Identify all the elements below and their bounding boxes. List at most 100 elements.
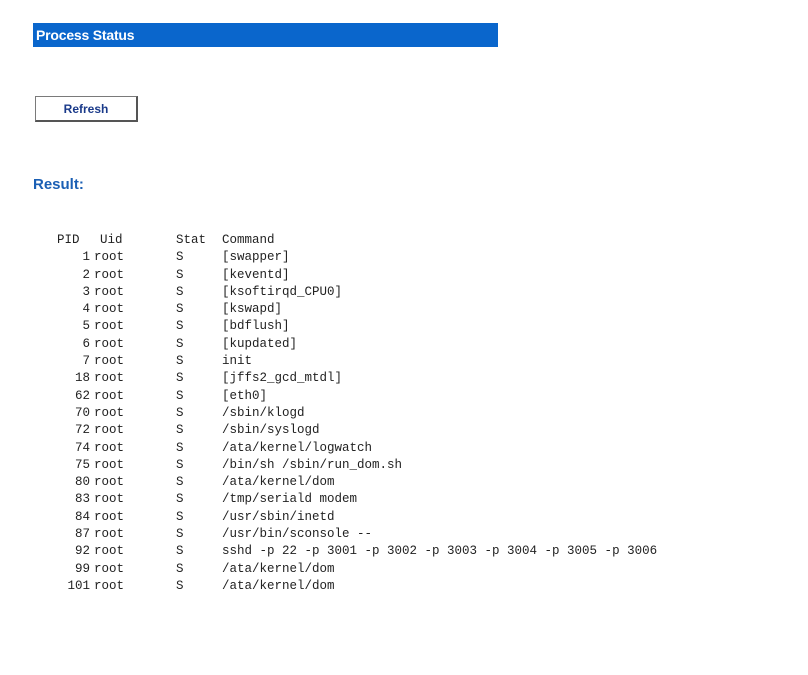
- stat-cell: S: [176, 388, 184, 403]
- table-row: 99 root S/ata/kernel/dom: [47, 561, 657, 578]
- pid-cell: 5: [82, 319, 90, 334]
- uid-cell: root: [94, 561, 125, 576]
- pid-cell: 7: [82, 354, 90, 369]
- result-label: Result:: [33, 176, 84, 193]
- uid-cell: root: [94, 405, 125, 420]
- table-row: 83 root S/tmp/seriald modem: [47, 491, 657, 508]
- command-cell: /ata/kernel/dom: [222, 578, 335, 593]
- table-row: 80 root S/ata/kernel/dom: [47, 474, 657, 491]
- stat-cell: S: [176, 371, 184, 386]
- pid-cell: 101: [67, 578, 90, 593]
- table-row: 18 root S [jffs2_gcd_mtdl]: [47, 370, 657, 387]
- table-row: 4 root S [kswapd]: [47, 301, 657, 318]
- stat-cell: S: [176, 509, 184, 524]
- table-row: 75 root S/bin/sh /sbin/run_dom.sh: [47, 457, 657, 474]
- table-row: 70 root S/sbin/klogd: [47, 405, 657, 422]
- stat-cell: S: [176, 578, 184, 593]
- table-row: 3 root S [ksoftirqd_CPU0]: [47, 284, 657, 301]
- stat-cell: S: [176, 302, 184, 317]
- table-row: 84 root S/usr/sbin/inetd: [47, 509, 657, 526]
- table-row: 101 root S/ata/kernel/dom: [47, 578, 657, 595]
- table-row: 92 root Ssshd -p 22 -p 3001 -p 3002 -p 300…: [47, 543, 657, 560]
- table-row: 6 root S [kupdated]: [47, 336, 657, 353]
- page-title: Process Status: [33, 23, 498, 47]
- uid-cell: root: [94, 440, 125, 455]
- command-cell: [kswapd]: [222, 302, 283, 317]
- uid-cell: root: [94, 354, 125, 369]
- table-header-row: PID Uid Stat Command: [47, 232, 657, 249]
- stat-cell: S: [176, 336, 184, 351]
- process-table: PID Uid Stat Command 1 root S [swapper] 2 roo…: [47, 232, 657, 595]
- command-cell: [jffs2_gcd_mtdl]: [222, 371, 343, 386]
- column-header-stat: Stat: [176, 233, 207, 247]
- command-cell: sshd -p 22 -p 3001 -p 3002 -p 3003 -p 30…: [222, 544, 658, 559]
- command-cell: /usr/sbin/inetd: [222, 509, 335, 524]
- uid-cell: root: [94, 267, 125, 282]
- command-cell: /sbin/klogd: [222, 405, 305, 420]
- uid-cell: root: [94, 527, 125, 542]
- pid-cell: 2: [82, 267, 90, 282]
- command-cell: /bin/sh /sbin/run_dom.sh: [222, 457, 403, 472]
- uid-cell: root: [94, 578, 125, 593]
- command-cell: [keventd]: [222, 267, 290, 282]
- column-header-pid: PID: [57, 233, 80, 247]
- table-body: 1 root S [swapper] 2 root S [keventd] 3 root S [kso…: [47, 249, 657, 595]
- table-row: 1 root S [swapper]: [47, 249, 657, 266]
- stat-cell: S: [176, 284, 184, 299]
- pid-cell: 80: [74, 475, 90, 490]
- command-cell: /sbin/syslogd: [222, 423, 320, 438]
- pid-cell: 18: [74, 371, 90, 386]
- command-cell: [kupdated]: [222, 336, 298, 351]
- table-row: 7 root Sinit: [47, 353, 657, 370]
- uid-cell: root: [94, 336, 125, 351]
- pid-cell: 6: [82, 336, 90, 351]
- stat-cell: S: [176, 457, 184, 472]
- stat-cell: S: [176, 250, 184, 265]
- pid-cell: 70: [74, 405, 90, 420]
- uid-cell: root: [94, 302, 125, 317]
- stat-cell: S: [176, 423, 184, 438]
- command-cell: [ksoftirqd_CPU0]: [222, 284, 343, 299]
- command-cell: [bdflush]: [222, 319, 290, 334]
- table-row: 62 root S [eth0]: [47, 388, 657, 405]
- uid-cell: root: [94, 492, 125, 507]
- pid-cell: 84: [74, 509, 90, 524]
- pid-cell: 83: [74, 492, 90, 507]
- stat-cell: S: [176, 319, 184, 334]
- stat-cell: S: [176, 561, 184, 576]
- pid-cell: 1: [82, 250, 90, 265]
- command-cell: /ata/kernel/dom: [222, 561, 335, 576]
- uid-cell: root: [94, 457, 125, 472]
- stat-cell: S: [176, 354, 184, 369]
- pid-cell: 87: [74, 527, 90, 542]
- uid-cell: root: [94, 475, 125, 490]
- stat-cell: S: [176, 527, 184, 542]
- command-cell: /ata/kernel/dom: [222, 475, 335, 490]
- uid-cell: root: [94, 423, 125, 438]
- uid-cell: root: [94, 319, 125, 334]
- command-cell: [eth0]: [222, 388, 268, 403]
- table-row: 87 root S/usr/bin/sconsole --: [47, 526, 657, 543]
- stat-cell: S: [176, 492, 184, 507]
- refresh-button[interactable]: Refresh: [35, 96, 138, 122]
- stat-cell: S: [176, 267, 184, 282]
- uid-cell: root: [94, 509, 125, 524]
- stat-cell: S: [176, 544, 184, 559]
- uid-cell: root: [94, 388, 125, 403]
- pid-cell: 62: [74, 388, 90, 403]
- pid-cell: 99: [74, 561, 90, 576]
- pid-cell: 72: [74, 423, 90, 438]
- command-cell: /ata/kernel/logwatch: [222, 440, 373, 455]
- pid-cell: 92: [74, 544, 90, 559]
- pid-cell: 4: [82, 302, 90, 317]
- uid-cell: root: [94, 544, 125, 559]
- uid-cell: root: [94, 371, 125, 386]
- column-header-command: Command: [222, 233, 275, 247]
- pid-cell: 3: [82, 284, 90, 299]
- table-row: 5 root S [bdflush]: [47, 318, 657, 335]
- pid-cell: 74: [74, 440, 90, 455]
- command-cell: /tmp/seriald modem: [222, 492, 358, 507]
- stat-cell: S: [176, 475, 184, 490]
- stat-cell: S: [176, 405, 184, 420]
- command-cell: [swapper]: [222, 250, 290, 265]
